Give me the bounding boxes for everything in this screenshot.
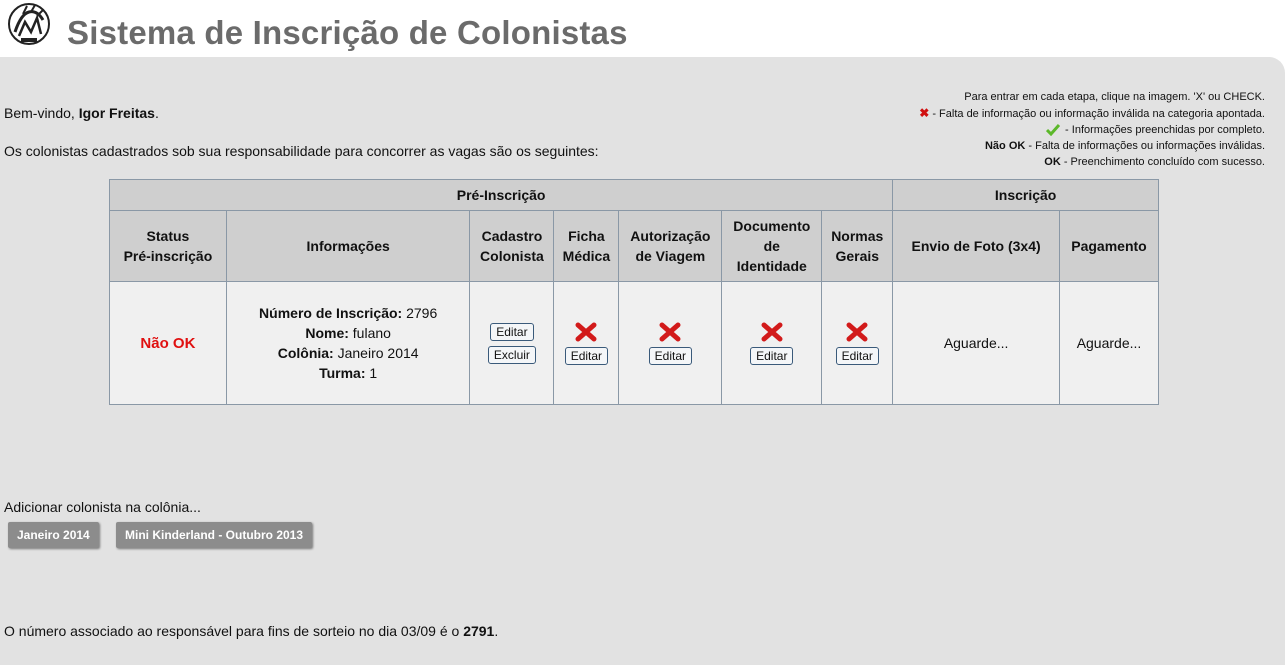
user-name: Igor Freitas bbox=[78, 105, 155, 121]
status-badge: Não OK bbox=[140, 334, 196, 352]
page-title: Sistema de Inscrição de Colonistas bbox=[67, 14, 628, 51]
x-icon[interactable] bbox=[846, 322, 868, 342]
legend-line-4: Não OK - Falta de informações ou informa… bbox=[984, 140, 1265, 152]
intro-text: Os colonistas cadastrados sob sua respon… bbox=[4, 143, 599, 159]
header-foto: Envio de Foto (3x4) bbox=[892, 210, 1060, 282]
welcome-message: Bem-vindo, Igor Freitas. bbox=[4, 105, 159, 121]
table-row: Não OK Número de Inscrição: 2796 Nome: f… bbox=[109, 281, 1160, 405]
registration-number: 2796 bbox=[402, 305, 438, 321]
x-icon[interactable] bbox=[575, 322, 597, 342]
colonists-table: Pré-Inscrição Inscrição Status Pré-inscri… bbox=[108, 179, 1160, 405]
documento-cell: Editar bbox=[721, 281, 823, 405]
header-cadastro: Cadastro Colonista bbox=[469, 210, 555, 282]
info-cell: Número de Inscrição: 2796 Nome: fulano C… bbox=[225, 281, 471, 405]
colony: Janeiro 2014 bbox=[333, 345, 419, 361]
edit-documento-button[interactable]: Editar bbox=[750, 346, 794, 365]
group-inscricao: Inscrição bbox=[892, 179, 1159, 211]
x-icon: ✖ bbox=[919, 106, 930, 120]
edit-normas-button[interactable]: Editar bbox=[835, 346, 879, 365]
delete-button[interactable]: Excluir bbox=[487, 345, 536, 364]
header-info: Informações bbox=[225, 210, 471, 282]
pagamento-cell: Aguarde... bbox=[1058, 281, 1160, 405]
x-icon[interactable] bbox=[761, 322, 783, 342]
legend-line-3: - Informações preenchidas por completo. bbox=[705, 122, 1265, 138]
logo-icon bbox=[8, 3, 50, 45]
check-icon bbox=[1046, 124, 1060, 137]
edit-autorizacao-button[interactable]: Editar bbox=[648, 346, 693, 365]
header-autorizacao: Autorização de Viagem bbox=[618, 210, 723, 282]
edit-cadastro-button[interactable]: Editar bbox=[490, 322, 534, 341]
foto-status: Aguarde... bbox=[943, 335, 1009, 351]
header-documento: Documento de Identidade bbox=[721, 210, 823, 282]
autorizacao-cell: Editar bbox=[618, 281, 723, 405]
main-panel: Para entrar em cada etapa, clique na ima… bbox=[0, 57, 1285, 665]
colonist-name: fulano bbox=[348, 325, 391, 341]
foto-cell: Aguarde... bbox=[892, 281, 1060, 405]
footer-note: O número associado ao responsável para f… bbox=[4, 623, 499, 639]
ficha-cell: Editar bbox=[553, 281, 620, 405]
header-status: Status Pré-inscrição bbox=[109, 210, 227, 282]
legend-line-5: OK - Preenchimento concluído com sucesso… bbox=[1044, 156, 1265, 168]
add-colonist-label: Adicionar colonista na colônia... bbox=[4, 499, 201, 515]
status-cell: Não OK bbox=[109, 281, 227, 405]
normas-cell: Editar bbox=[821, 281, 894, 405]
legend-line-1: Para entrar em cada etapa, clique na ima… bbox=[964, 91, 1265, 103]
edit-ficha-button[interactable]: Editar bbox=[564, 346, 609, 365]
group-pre-inscricao: Pré-Inscrição bbox=[108, 179, 894, 211]
header-pagamento: Pagamento bbox=[1058, 210, 1160, 282]
header-normas: Normas Gerais bbox=[821, 210, 894, 282]
colony-janeiro-2014-button[interactable]: Janeiro 2014 bbox=[8, 522, 99, 548]
legend-line-2: ✖ - Falta de informação ou informação in… bbox=[919, 106, 1265, 120]
colony-mini-kinderland-button[interactable]: Mini Kinderland - Outubro 2013 bbox=[116, 522, 313, 548]
header: Sistema de Inscrição de Colonistas bbox=[0, 0, 1285, 57]
draw-number: 2791 bbox=[463, 623, 495, 639]
turma: 1 bbox=[365, 365, 378, 381]
pagamento-status: Aguarde... bbox=[1076, 335, 1142, 351]
legend: Para entrar em cada etapa, clique na ima… bbox=[705, 89, 1265, 170]
x-icon[interactable] bbox=[659, 322, 681, 342]
cadastro-cell: Editar Excluir bbox=[469, 281, 555, 405]
header-ficha: Ficha Médica bbox=[553, 210, 620, 282]
